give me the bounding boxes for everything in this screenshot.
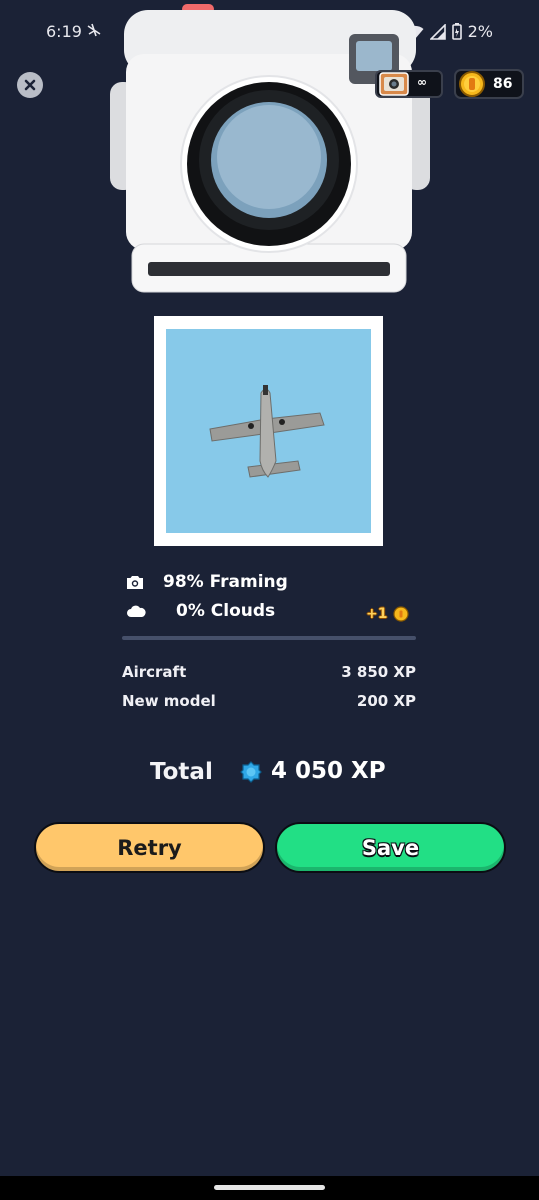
camera-roll-icon bbox=[379, 72, 409, 96]
close-button[interactable] bbox=[17, 72, 43, 98]
film-counter: ∞ bbox=[375, 70, 443, 98]
airplane-image bbox=[209, 385, 325, 478]
airplane-notification-icon bbox=[86, 22, 102, 42]
clouds-stat: 0% Clouds bbox=[126, 601, 275, 621]
total-label: Total bbox=[150, 759, 213, 785]
retry-button[interactable]: Retry bbox=[34, 822, 265, 873]
save-button[interactable]: Save bbox=[275, 822, 506, 873]
coin-icon bbox=[459, 71, 485, 97]
film-count: ∞ bbox=[417, 75, 427, 89]
xp-value: 3 850 XP bbox=[341, 663, 416, 681]
coin-count: 86 bbox=[493, 76, 513, 92]
framing-text: 98% Framing bbox=[163, 572, 288, 592]
xp-label: New model bbox=[122, 692, 216, 710]
coin-bonus: +1 bbox=[366, 606, 410, 622]
camera-illustration bbox=[110, 4, 430, 300]
xp-value: 200 XP bbox=[356, 692, 416, 710]
close-icon bbox=[24, 79, 36, 91]
camera-icon bbox=[127, 576, 143, 589]
clouds-text: 0% Clouds bbox=[176, 601, 276, 621]
xp-row-new-model: New model 200 XP bbox=[122, 692, 416, 710]
captured-photo bbox=[166, 329, 371, 533]
xp-gem-icon bbox=[240, 761, 262, 783]
battery-icon bbox=[451, 23, 462, 40]
xp-row-aircraft: Aircraft 3 850 XP bbox=[122, 663, 416, 681]
total-xp-value: 4 050 XP bbox=[271, 758, 386, 784]
battery-percent: 2% bbox=[467, 22, 493, 41]
bonus-text: +1 bbox=[366, 606, 388, 622]
coin-counter: 86 bbox=[454, 69, 524, 99]
photo-print bbox=[154, 316, 383, 546]
home-gesture-handle[interactable] bbox=[214, 1185, 325, 1190]
status-time: 6:19 bbox=[46, 22, 82, 41]
cloud-icon bbox=[127, 605, 146, 617]
divider bbox=[122, 636, 416, 640]
framing-stat: 98% Framing bbox=[126, 572, 288, 592]
signal-icon bbox=[429, 23, 446, 40]
xp-label: Aircraft bbox=[122, 663, 187, 681]
coin-icon bbox=[393, 606, 410, 622]
